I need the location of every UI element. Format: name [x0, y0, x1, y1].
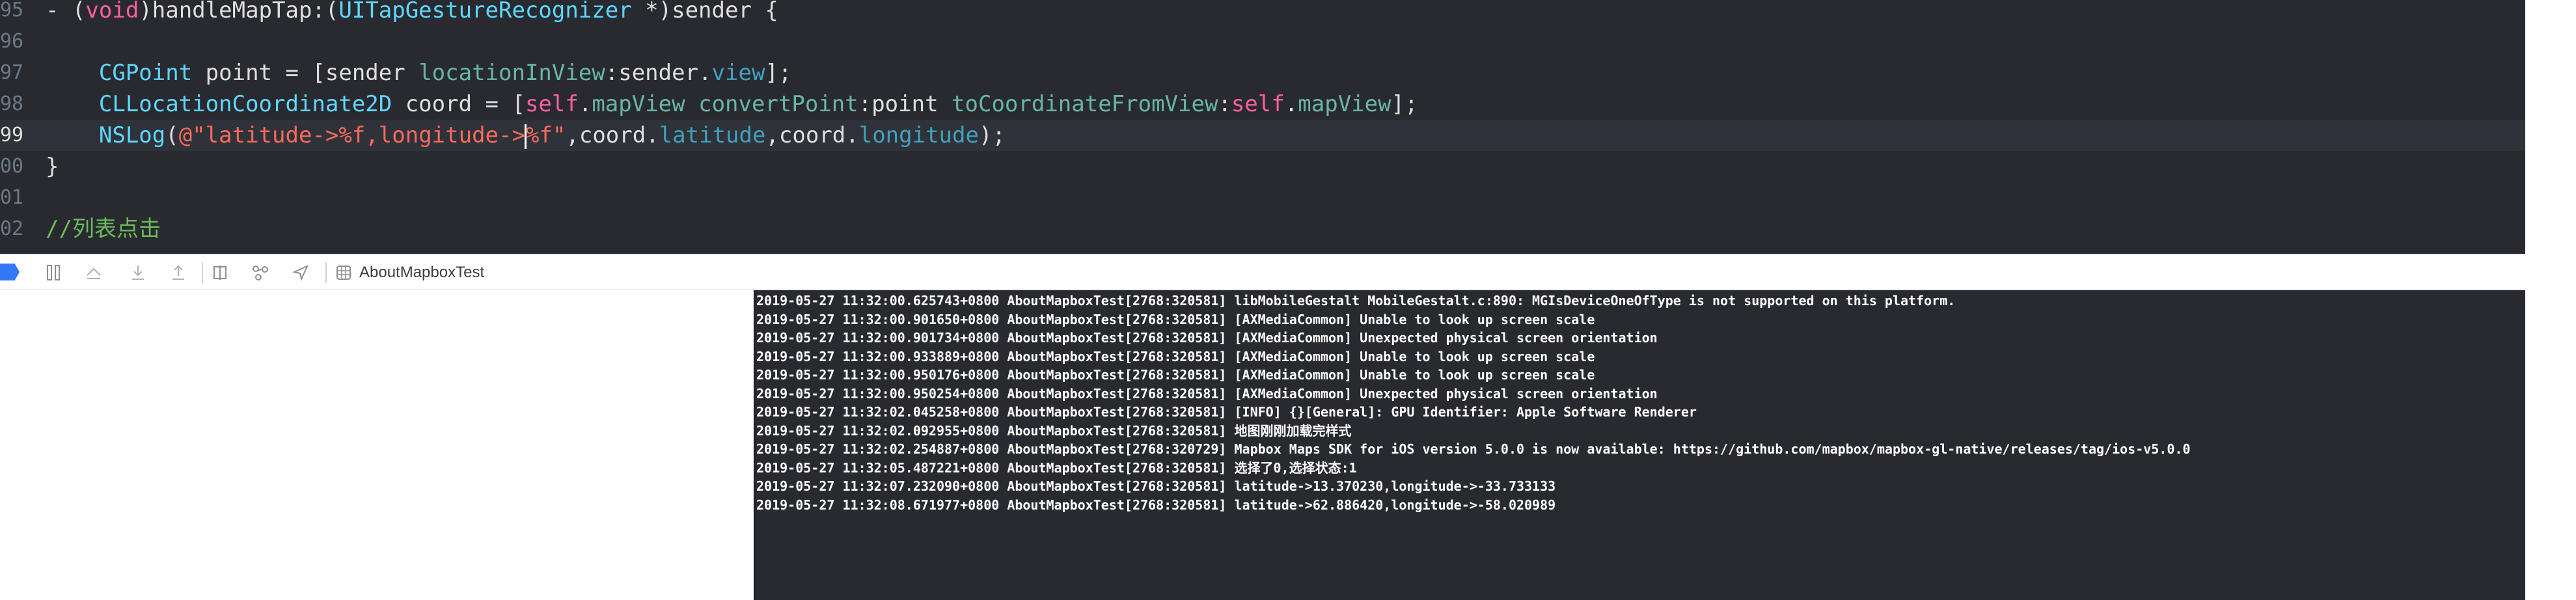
line-number[interactable]: 02 — [0, 213, 23, 245]
code-line[interactable]: 98 CLLocationCoordinate2D coord = [self.… — [0, 89, 2525, 120]
code-line[interactable]: 97 CGPoint point = [sender locationInVie… — [0, 57, 2525, 89]
debug-target-name[interactable]: AboutMapboxTest — [359, 260, 484, 286]
code-line[interactable]: 02 //列表点击 — [0, 213, 2525, 245]
code-token: locationInView — [418, 60, 605, 86]
console-log-line: 2019-05-27 11:32:00.901734+0800 AboutMap… — [756, 330, 1658, 346]
toolbar-divider — [325, 262, 327, 283]
code-token: @"latitude->%f,longitude-> — [178, 122, 525, 148]
code-token: mapView — [1298, 91, 1391, 117]
console-log-line: 2019-05-27 11:32:07.232090+0800 AboutMap… — [756, 478, 1556, 494]
view-hierarchy-icon[interactable] — [210, 262, 230, 283]
code-token: latitude — [659, 122, 766, 148]
code-token: toCoordinateFromView — [952, 91, 1218, 117]
code-token: ); — [978, 122, 1006, 148]
console-log-line: 2019-05-27 11:32:00.950254+0800 AboutMap… — [756, 385, 1658, 402]
code-token: ]; — [765, 60, 792, 86]
step-over-icon[interactable] — [83, 262, 104, 283]
code-text[interactable]: CLLocationCoordinate2D coord = [self.map… — [46, 89, 1418, 120]
debug-toolbar: AboutMapboxTest — [0, 254, 2525, 290]
code-token: . — [1284, 91, 1298, 117]
code-text[interactable]: } — [46, 151, 59, 182]
code-token: point = [sender — [192, 60, 419, 86]
console-log-line: 2019-05-27 11:32:00.933889+0800 AboutMap… — [756, 348, 1595, 364]
console-log-line: 2019-05-27 11:32:02.254887+0800 AboutMap… — [756, 441, 2191, 457]
code-token: . — [578, 91, 592, 117]
code-text[interactable]: //列表点击 — [46, 213, 161, 245]
code-editor[interactable]: 95 - (void)handleMapTap:(UITapGestureReco… — [0, 0, 2525, 254]
code-token: :point — [858, 91, 952, 117]
code-token: self — [525, 91, 579, 117]
code-token: } — [46, 154, 59, 180]
location-icon[interactable] — [290, 262, 311, 283]
code-token: coord = [ — [392, 91, 525, 117]
code-token: view — [711, 60, 765, 86]
code-token: void — [85, 0, 139, 23]
code-token: ,coord. — [765, 122, 859, 148]
code-token: %f" — [525, 122, 566, 148]
code-token: ,coord. — [566, 122, 659, 148]
code-line[interactable]: 99 NSLog(@"latitude->%f,longitude->%f",c… — [0, 120, 2525, 151]
line-number[interactable]: 97 — [0, 57, 23, 89]
code-token: CGPoint — [98, 60, 193, 86]
line-number[interactable]: 00 — [0, 151, 23, 182]
code-token: mapView — [592, 91, 685, 117]
code-token: : — [1218, 91, 1231, 117]
debug-console[interactable]: 2019-05-27 11:32:00.625743+0800 AboutMap… — [755, 290, 2525, 600]
code-token: ( — [165, 122, 179, 148]
breakpoints-toggle-icon[interactable] — [0, 264, 20, 280]
line-number[interactable]: 95 — [0, 0, 23, 26]
code-token: self — [1231, 91, 1285, 117]
code-token: convertPoint — [698, 91, 858, 117]
console-log-line: 2019-05-27 11:32:00.625743+0800 AboutMap… — [756, 293, 1956, 308]
code-token: CLLocationCoordinate2D — [98, 91, 392, 117]
code-token: UITapGestureRecognizer — [338, 0, 632, 23]
variables-view[interactable] — [0, 290, 754, 600]
step-into-icon[interactable] — [128, 262, 148, 283]
code-line[interactable]: 95 - (void)handleMapTap:(UITapGestureReco… — [0, 0, 2525, 26]
code-token: ]; — [1391, 91, 1418, 117]
code-token: :sender. — [605, 60, 712, 86]
code-text[interactable]: NSLog(@"latitude->%f,longitude->%f",coor… — [46, 120, 1006, 151]
console-log-line: 2019-05-27 11:32:02.045258+0800 AboutMap… — [756, 404, 1697, 420]
code-line[interactable]: 00} — [0, 151, 2525, 182]
code-line[interactable]: 96 — [0, 26, 2525, 57]
code-text[interactable]: - (void)handleMapTap:(UITapGestureRecogn… — [46, 0, 778, 26]
console-log-line: 2019-05-27 11:32:00.901650+0800 AboutMap… — [756, 311, 1595, 327]
app-target-icon — [333, 262, 354, 283]
code-token: //列表点击 — [46, 216, 161, 242]
line-number[interactable]: 99 — [0, 120, 23, 151]
toolbar-divider — [202, 262, 203, 283]
console-log-line: 2019-05-27 11:32:05.487221+0800 AboutMap… — [756, 459, 1357, 476]
console-log-line: 2019-05-27 11:32:02.092955+0800 AboutMap… — [756, 422, 1352, 439]
window-edge — [2525, 0, 2576, 600]
console-log-line: 2019-05-27 11:32:08.671977+0800 AboutMap… — [756, 497, 1556, 513]
pause-icon[interactable] — [43, 262, 64, 283]
code-token: NSLog — [98, 122, 166, 148]
step-out-icon[interactable] — [168, 262, 189, 283]
console-log-line: 2019-05-27 11:32:00.950176+0800 AboutMap… — [756, 367, 1595, 383]
code-text[interactable]: CGPoint point = [sender locationInView:s… — [46, 57, 791, 89]
code-token: *)sender { — [631, 0, 778, 23]
code-token: )handleMapTap:( — [139, 0, 339, 23]
code-token: longitude — [858, 122, 979, 148]
memory-graph-icon[interactable] — [250, 262, 271, 283]
line-number[interactable]: 96 — [0, 26, 23, 57]
code-line[interactable]: 01 — [0, 182, 2525, 213]
code-token: - ( — [46, 0, 86, 23]
line-number[interactable]: 98 — [0, 89, 23, 120]
line-number[interactable]: 01 — [0, 182, 23, 213]
